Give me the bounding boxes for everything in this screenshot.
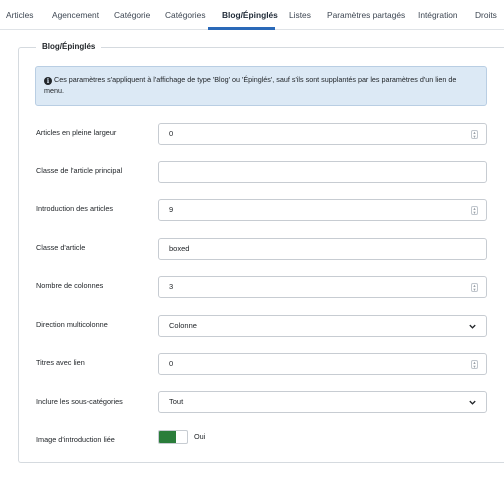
columns-value: 3 xyxy=(169,282,174,291)
label-multicolumn-direction: Direction multicolonne xyxy=(36,320,108,329)
label-article-class: Classe d'article xyxy=(36,243,86,252)
multicolumn-direction-select[interactable]: Colonne xyxy=(158,315,487,337)
linked-titles-input[interactable]: 0 ▲ ▼ xyxy=(158,353,487,375)
columns-input[interactable]: 3 ▲ ▼ xyxy=(158,276,487,298)
fieldset-legend: Blog/Épinglés xyxy=(36,42,102,51)
label-intro-articles: Introduction des articles xyxy=(36,204,114,213)
info-icon: i xyxy=(44,77,52,85)
tab-agencement[interactable]: Agencement xyxy=(52,10,99,20)
info-alert: i Ces paramètres s'appliquent à l'afficha… xyxy=(35,66,487,106)
spinner-icon[interactable]: ▲ ▼ xyxy=(471,283,478,292)
chevron-down-icon xyxy=(469,400,476,405)
tab-integration[interactable]: Intégration xyxy=(418,10,458,20)
spinner-icon[interactable]: ▲ ▼ xyxy=(471,206,478,215)
lead-class-input[interactable] xyxy=(158,161,487,183)
chevron-down-icon xyxy=(469,324,476,329)
article-class-input[interactable]: boxed xyxy=(158,238,487,260)
label-leading-full-width: Articles en pleine largeur xyxy=(36,128,117,137)
subcategories-select[interactable]: Tout xyxy=(158,391,487,413)
subcategories-value: Tout xyxy=(169,397,184,406)
active-tab-indicator xyxy=(208,27,275,30)
label-columns: Nombre de colonnes xyxy=(36,281,104,290)
tab-listes[interactable]: Listes xyxy=(289,10,311,20)
label-lead-class: Classe de l'article principal xyxy=(36,166,123,175)
tab-parametres-partages[interactable]: Paramètres partagés xyxy=(327,10,405,20)
alert-text: Ces paramètres s'appliquent à l'affichag… xyxy=(44,75,457,95)
tab-categories[interactable]: Catégories xyxy=(165,10,206,20)
tab-blog-epingles[interactable]: Blog/Épinglés xyxy=(222,10,278,20)
label-linked-intro-image: Image d'introduction liée xyxy=(36,435,115,444)
spinner-icon[interactable]: ▲ ▼ xyxy=(471,130,478,139)
tab-bar: Articles Agencement Catégorie Catégories… xyxy=(0,0,504,30)
tab-articles[interactable]: Articles xyxy=(6,10,33,20)
linked-titles-value: 0 xyxy=(169,359,174,368)
linked-intro-image-toggle[interactable] xyxy=(158,430,188,444)
spinner-icon[interactable]: ▲ ▼ xyxy=(471,360,478,369)
toggle-on-indicator xyxy=(159,431,176,443)
intro-articles-input[interactable]: 9 ▲ ▼ xyxy=(158,199,487,221)
article-class-value: boxed xyxy=(169,244,190,253)
intro-articles-value: 9 xyxy=(169,205,174,214)
label-linked-titles: Titres avec lien xyxy=(36,358,85,367)
leading-full-width-value: 0 xyxy=(169,129,174,138)
linked-intro-image-value: Oui xyxy=(194,432,206,441)
label-subcategories: Inclure les sous-catégories xyxy=(36,397,123,406)
multicolumn-direction-value: Colonne xyxy=(169,321,197,330)
tab-droits[interactable]: Droits xyxy=(475,10,497,20)
tab-categorie[interactable]: Catégorie xyxy=(114,10,150,20)
leading-full-width-input[interactable]: 0 ▲ ▼ xyxy=(158,123,487,145)
